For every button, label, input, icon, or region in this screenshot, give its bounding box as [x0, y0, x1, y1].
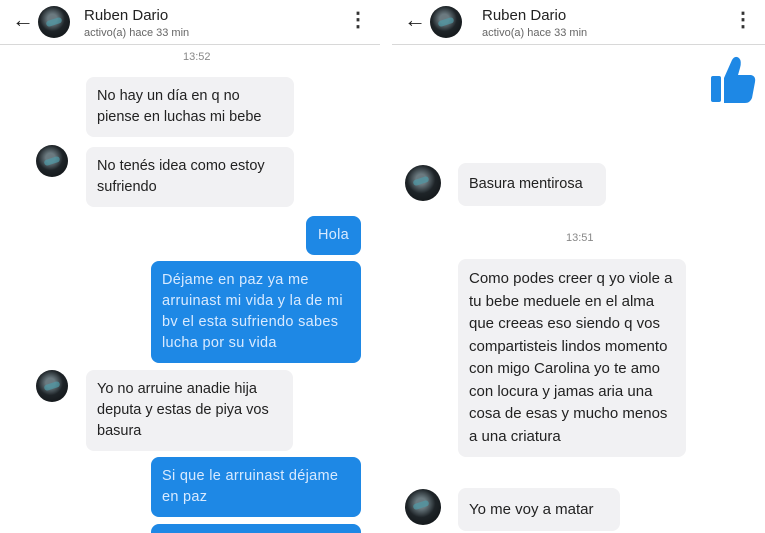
more-options-icon[interactable]: ⋮	[348, 10, 368, 30]
message-incoming[interactable]: Yo no arruine anadie hija deputa y estas…	[86, 370, 293, 451]
message-outgoing-partial[interactable]	[151, 524, 361, 533]
message-incoming[interactable]: Como podes creer q yo viole a tu bebe me…	[458, 259, 686, 457]
chat-panel-right: ← Ruben Dario activo(a) hace 33 min ⋮ Ba…	[392, 0, 765, 533]
chat-panel-left: ← Ruben Dario activo(a) hace 33 min ⋮ 13…	[0, 0, 380, 533]
message-outgoing[interactable]: Hola	[306, 216, 361, 255]
message-incoming[interactable]: Basura mentirosa	[458, 163, 606, 206]
avatar[interactable]	[38, 6, 70, 38]
contact-name[interactable]: Ruben Dario	[482, 7, 566, 24]
message-outgoing[interactable]: Déjame en paz ya me arruinast mi vida y …	[151, 261, 361, 363]
contact-name[interactable]: Ruben Dario	[84, 7, 168, 24]
chat-header: ← Ruben Dario activo(a) hace 33 min ⋮	[0, 0, 380, 45]
message-incoming[interactable]: No tenés idea como estoy sufriendo	[86, 147, 294, 207]
back-arrow-icon[interactable]: ←	[404, 9, 426, 31]
message-incoming[interactable]: Yo me voy a matar	[458, 488, 620, 531]
message-incoming[interactable]: No hay un día en q no piense en luchas m…	[86, 77, 294, 137]
timestamp: 13:52	[183, 51, 211, 63]
timestamp: 13:51	[566, 232, 594, 244]
more-options-icon[interactable]: ⋮	[733, 10, 753, 30]
chat-header: ← Ruben Dario activo(a) hace 33 min ⋮	[392, 0, 765, 45]
contact-status: activo(a) hace 33 min	[84, 27, 190, 39]
sender-avatar	[405, 165, 441, 201]
contact-status: activo(a) hace 33 min	[482, 27, 588, 39]
avatar[interactable]	[430, 6, 462, 38]
message-outgoing[interactable]: Si que le arruinast déjame en paz	[151, 457, 361, 517]
sender-avatar	[36, 145, 68, 177]
sender-avatar	[36, 370, 68, 402]
back-arrow-icon[interactable]: ←	[12, 9, 34, 31]
thumbs-up-icon	[711, 56, 756, 103]
sender-avatar	[405, 489, 441, 525]
